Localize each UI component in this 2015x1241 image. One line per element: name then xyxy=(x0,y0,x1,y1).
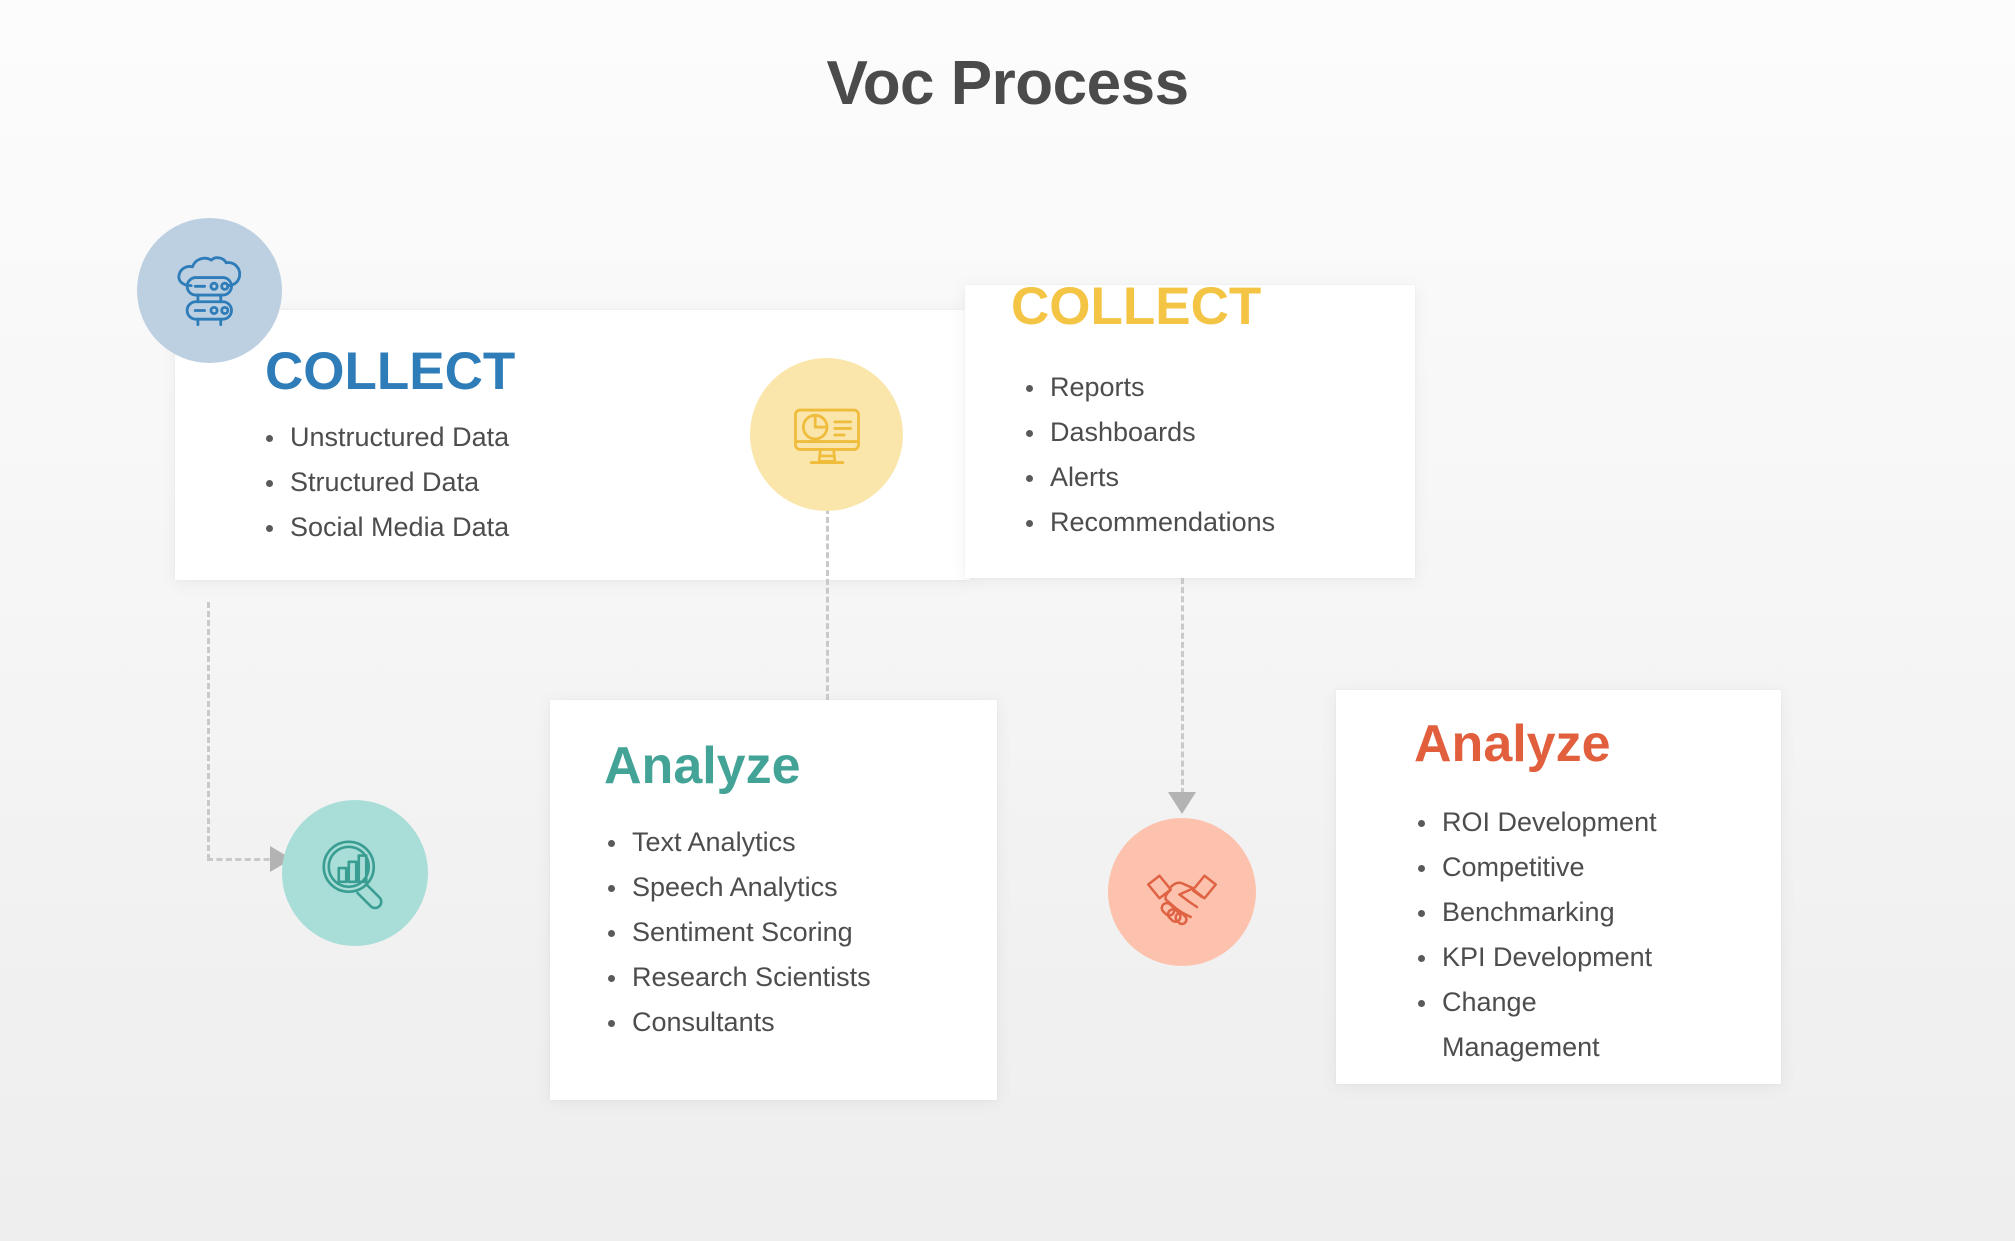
heading-collect-blue: COLLECT xyxy=(265,342,516,401)
list-item: Reports xyxy=(1018,365,1275,410)
dashboard-monitor-icon xyxy=(785,393,869,477)
list-item: Competitive xyxy=(1410,845,1700,890)
connector-segment-vertical xyxy=(207,602,210,860)
diagram-canvas: Voc Process COLLECT Unstructured Data St… xyxy=(0,0,2015,1241)
icon-badge-collect-blue xyxy=(137,218,282,363)
connector-segment-horizontal xyxy=(207,858,279,861)
list-item: Recommendations xyxy=(1018,500,1275,545)
list-item: Alerts xyxy=(1018,455,1275,500)
heading-analyze-orange: Analyze xyxy=(1414,715,1611,773)
list-item: Dashboards xyxy=(1018,410,1275,455)
list-item: Sentiment Scoring xyxy=(600,910,871,955)
list-item: Research Scientists xyxy=(600,955,871,1000)
list-item: Structured Data xyxy=(258,460,509,505)
page-title: Voc Process xyxy=(826,49,1189,118)
icon-badge-analyze-teal xyxy=(282,800,428,946)
list-item: Text Analytics xyxy=(600,820,871,865)
heading-analyze-teal: Analyze xyxy=(604,737,801,795)
list-item: KPI Development xyxy=(1410,935,1700,980)
bullet-list-collect-yellow: Reports Dashboards Alerts Recommendation… xyxy=(1018,365,1275,545)
magnifier-chart-icon xyxy=(315,833,395,913)
list-item: Benchmarking xyxy=(1410,890,1700,935)
list-item: Unstructured Data xyxy=(258,415,509,460)
icon-badge-collect-yellow xyxy=(750,358,903,511)
arrowhead-down-icon xyxy=(1168,792,1196,814)
bullet-list-collect-blue: Unstructured Data Structured Data Social… xyxy=(258,415,509,550)
icon-badge-analyze-orange xyxy=(1108,818,1256,966)
heading-collect-yellow: COLLECT xyxy=(1011,277,1262,336)
list-item: Speech Analytics xyxy=(600,865,871,910)
list-item: Social Media Data xyxy=(258,505,509,550)
bullet-list-analyze-orange: ROI Development Competitive Benchmarking… xyxy=(1410,800,1700,1070)
list-item: Change Management xyxy=(1410,980,1700,1070)
list-item: Consultants xyxy=(600,1000,871,1045)
connector-segment-vertical xyxy=(1181,578,1184,794)
cloud-database-icon xyxy=(167,248,253,334)
handshake-icon xyxy=(1142,852,1222,932)
bullet-list-analyze-teal: Text Analytics Speech Analytics Sentimen… xyxy=(600,820,871,1045)
list-item: ROI Development xyxy=(1410,800,1700,845)
